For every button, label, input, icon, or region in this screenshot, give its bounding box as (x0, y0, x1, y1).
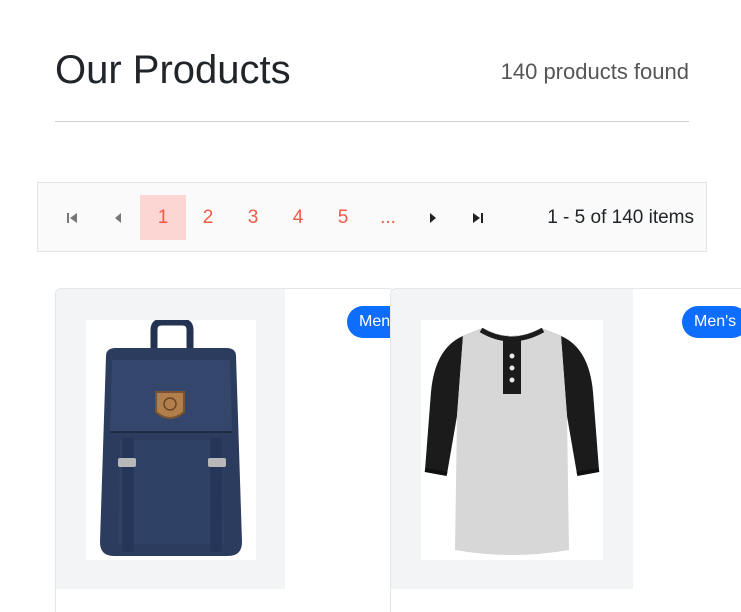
category-badge: Men's (682, 306, 741, 338)
first-page-icon (67, 212, 77, 223)
product-image-area (56, 289, 285, 589)
pagination-bar: 1 2 3 4 5 ... 1 - 5 of 140 items (37, 182, 707, 252)
raglan-shirt-icon (421, 320, 603, 560)
previous-page-button[interactable] (95, 195, 141, 240)
page-2-button[interactable]: 2 (185, 195, 231, 240)
product-image-area (391, 289, 633, 589)
last-page-button[interactable] (455, 195, 501, 240)
more-pages-button[interactable]: ... (365, 195, 411, 240)
product-card[interactable]: Men's (390, 288, 741, 612)
page-1-button[interactable]: 1 (140, 195, 186, 240)
next-page-icon (430, 212, 436, 223)
page-5-button[interactable]: 5 (320, 195, 366, 240)
page-4-button[interactable]: 4 (275, 195, 321, 240)
next-page-button[interactable] (410, 195, 456, 240)
product-card[interactable]: Men's (55, 288, 395, 612)
backpack-icon (86, 320, 256, 560)
first-page-button[interactable] (49, 195, 95, 240)
page-title: Our Products (55, 48, 291, 92)
products-count: 140 products found (500, 59, 689, 84)
page-3-button[interactable]: 3 (230, 195, 276, 240)
category-badge: Men's (347, 306, 394, 338)
last-page-icon (473, 212, 483, 223)
pagination-info: 1 - 5 of 140 items (547, 207, 694, 228)
page-header: Our Products 140 products found (55, 46, 689, 122)
previous-page-icon (115, 212, 121, 223)
